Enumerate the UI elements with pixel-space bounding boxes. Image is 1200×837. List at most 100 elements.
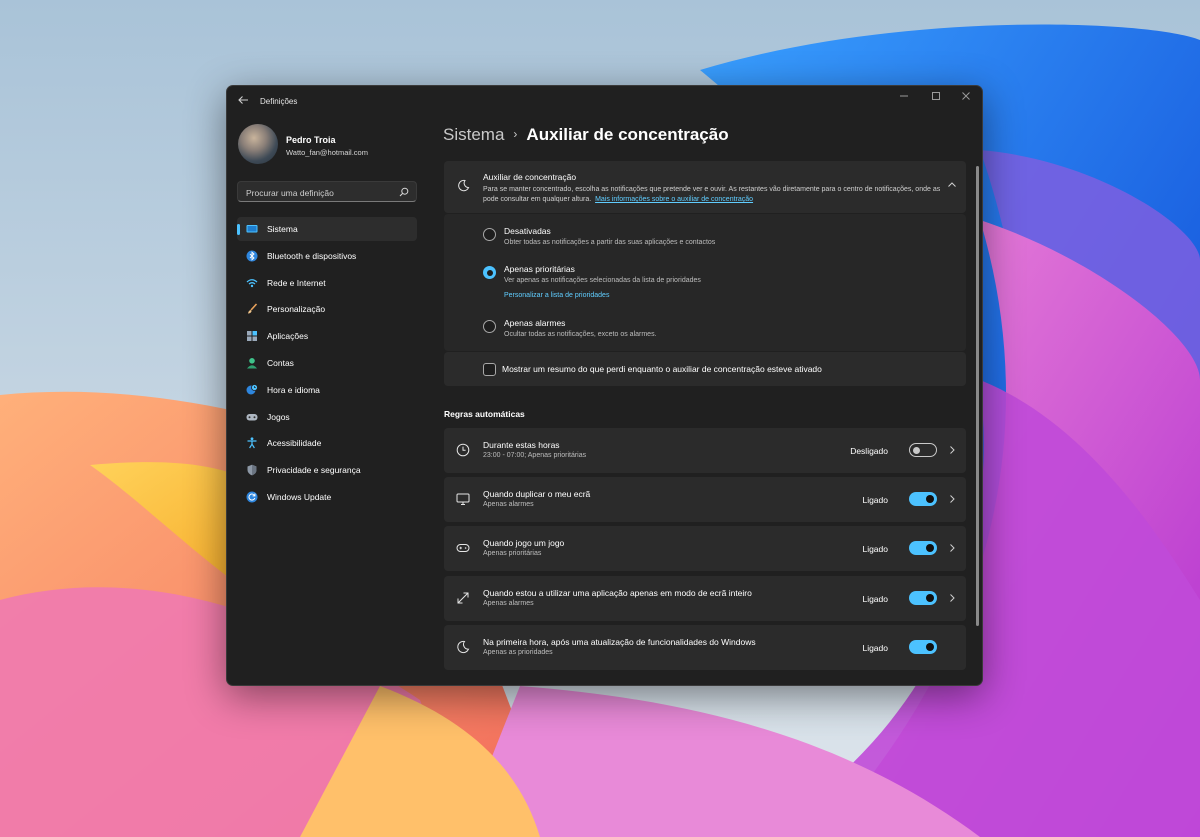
sidebar-item-privacy[interactable]: Privacidade e segurança (237, 458, 417, 482)
breadcrumb: Sistema › Auxiliar de concentração (443, 125, 729, 145)
chevron-up-icon[interactable] (947, 180, 957, 190)
title-bar: Definições (227, 86, 982, 116)
sidebar-item-time-language[interactable]: Hora e idioma (237, 378, 417, 402)
sidebar-item-label: Acessibilidade (267, 438, 322, 449)
sidebar-item-apps[interactable]: Aplicações (237, 324, 417, 348)
page-title: Auxiliar de concentração (526, 125, 729, 144)
apps-icon (247, 331, 257, 342)
sidebar-item-accessibility[interactable]: Acessibilidade (237, 431, 417, 455)
arrow-left-icon (238, 96, 248, 104)
scrollbar[interactable] (976, 166, 979, 626)
focus-assist-options: Desativadas Obter todas as notificações … (444, 214, 966, 351)
rule-toggle[interactable] (909, 591, 937, 605)
rule-fullscreen-app[interactable]: Quando estou a utilizar uma aplicação ap… (444, 576, 966, 621)
sidebar-item-label: Personalização (267, 304, 326, 315)
breadcrumb-separator: › (513, 127, 518, 141)
breadcrumb-root[interactable]: Sistema (443, 125, 504, 144)
summary-checkbox-label: Mostrar um resumo do que perdi enquanto … (502, 364, 822, 374)
rule-toggle[interactable] (909, 640, 937, 654)
bluetooth-icon (246, 250, 258, 262)
rule-title: Durante estas horas (483, 440, 560, 450)
rule-during-these-hours[interactable]: Durante estas horas 23:00 - 07:00; Apena… (444, 428, 966, 473)
search-icon (399, 187, 409, 197)
focus-assist-header[interactable]: Auxiliar de concentração Para se manter … (444, 161, 966, 213)
system-icon (246, 225, 258, 233)
rule-status: Desligado (850, 446, 888, 456)
chevron-right-icon[interactable] (948, 543, 956, 553)
customize-priority-list-link[interactable]: Personalizar a lista de prioridades (504, 292, 609, 299)
search-box[interactable]: Procurar uma definição (237, 181, 417, 202)
chevron-right-icon[interactable] (948, 494, 956, 504)
sidebar-item-label: Bluetooth e dispositivos (267, 250, 357, 261)
sidebar-item-personalization[interactable]: Personalização (237, 297, 417, 321)
globe-clock-icon (246, 383, 258, 395)
learn-more-link[interactable]: Mais informações sobre o auxiliar de con… (595, 196, 753, 203)
rule-status: Ligado (862, 544, 888, 554)
profile-email: Watto_fan@hotmail.com (286, 148, 368, 157)
rule-status: Ligado (862, 594, 888, 604)
rule-subtitle: Apenas alarmes (483, 600, 534, 607)
sidebar-item-label: Aplicações (267, 331, 309, 342)
moon-icon (458, 179, 470, 192)
app-title: Definições (260, 97, 298, 106)
rule-first-hour-after-update[interactable]: Na primeira hora, após uma atualização d… (444, 625, 966, 670)
sidebar-item-gaming[interactable]: Jogos (237, 405, 417, 429)
account-icon (247, 357, 257, 369)
option-title: Apenas alarmes (504, 318, 566, 328)
moon-icon (457, 640, 470, 654)
rule-status: Ligado (862, 495, 888, 505)
option-title: Apenas prioritárias (504, 264, 575, 274)
radio-button[interactable] (483, 266, 496, 279)
radio-button[interactable] (483, 320, 496, 333)
rule-toggle[interactable] (909, 492, 937, 506)
radio-button[interactable] (483, 228, 496, 241)
rule-subtitle: Apenas prioritárias (483, 550, 542, 557)
option-description: Obter todas as notificações a partir das… (504, 239, 716, 246)
rule-duplicate-screen[interactable]: Quando duplicar o meu ecrã Apenas alarme… (444, 477, 966, 522)
rule-playing-game[interactable]: Quando jogo um jogo Apenas prioritárias … (444, 526, 966, 571)
chevron-right-icon[interactable] (948, 593, 956, 603)
sidebar-item-label: Sistema (267, 224, 298, 234)
sidebar-item-accounts[interactable]: Contas (237, 351, 417, 375)
sidebar-item-label: Privacidade e segurança (267, 465, 361, 476)
rule-title: Quando jogo um jogo (483, 538, 565, 548)
focus-assist-description: Para se manter concentrado, escolha as n… (483, 185, 943, 205)
chevron-right-icon[interactable] (948, 445, 956, 455)
sidebar-nav: Sistema Bluetooth e dispositivos Rede e … (237, 217, 417, 512)
rule-subtitle: Apenas as prioridades (483, 649, 553, 656)
maximize-button[interactable] (928, 91, 944, 105)
clock-icon (456, 443, 470, 457)
sidebar-item-sistema[interactable]: Sistema (237, 217, 417, 241)
user-profile[interactable]: Pedro Troia Watto_fan@hotmail.com (238, 124, 418, 168)
rule-title: Quando duplicar o meu ecrã (483, 489, 591, 499)
wifi-icon (246, 278, 258, 287)
close-button[interactable] (958, 91, 974, 105)
rule-subtitle: Apenas alarmes (483, 501, 534, 508)
maximize-icon (932, 92, 940, 100)
close-icon (962, 92, 970, 100)
sidebar-item-label: Rede e Internet (267, 277, 326, 288)
option-title: Desativadas (504, 226, 551, 236)
rule-title: Na primeira hora, após uma atualização d… (483, 637, 756, 647)
sidebar-item-label: Hora e idioma (267, 384, 320, 395)
search-input[interactable]: Procurar uma definição (246, 188, 334, 198)
rule-toggle[interactable] (909, 443, 937, 457)
sidebar-item-label: Contas (267, 357, 294, 368)
summary-checkbox[interactable] (483, 363, 496, 376)
monitor-icon (456, 493, 470, 505)
sidebar-item-windows-update[interactable]: Windows Update (237, 485, 417, 509)
summary-checkbox-row[interactable]: Mostrar um resumo do que perdi enquanto … (444, 352, 966, 386)
back-button[interactable] (237, 94, 251, 108)
minimize-button[interactable] (896, 91, 912, 105)
avatar (238, 124, 278, 164)
settings-window: Definições Pedro Troia Watto_fan@hotmail… (226, 85, 983, 686)
gamepad-icon (246, 413, 258, 421)
brush-icon (248, 303, 258, 314)
sidebar-item-network[interactable]: Rede e Internet (237, 271, 417, 295)
rule-toggle[interactable] (909, 541, 937, 555)
minimize-icon (900, 95, 908, 97)
option-description: Ocultar todas as notificações, exceto os… (504, 331, 657, 338)
update-icon (246, 491, 258, 503)
accessibility-icon (247, 437, 257, 449)
sidebar-item-bluetooth[interactable]: Bluetooth e dispositivos (237, 244, 417, 268)
